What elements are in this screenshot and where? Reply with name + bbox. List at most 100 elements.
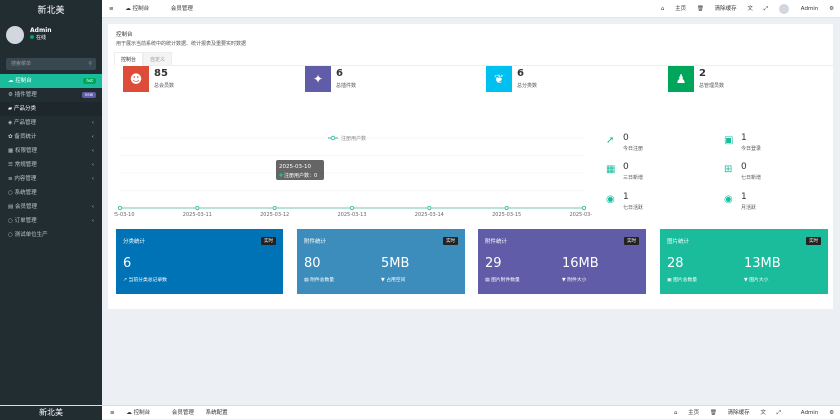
sidebar-menu: ☁ 控制台 hot ⚙ 插件管理 new ▰ 产品分类 ◈ 产品管理 ‹ ✿ 备货统计… xyxy=(0,74,102,242)
clear-cache-button[interactable]: 🗑 清除缓存 xyxy=(710,410,750,416)
fullscreen-icon[interactable]: ⤢ xyxy=(777,410,781,416)
fullscreen-icon[interactable]: ⤢ xyxy=(764,6,768,12)
stat-label: 总管理员数 xyxy=(699,83,725,89)
user-panel: Admin 在线 xyxy=(0,22,102,54)
sidebar-item-dashboard[interactable]: ☁ 控制台 hot xyxy=(0,74,102,88)
stat-label: 总会员数 xyxy=(154,83,175,89)
user-status: 在线 xyxy=(30,34,102,41)
mini-stat-seven-day: ⊞ 0 七日新增 xyxy=(724,162,762,181)
chevron-left-icon: ‹ xyxy=(91,176,94,182)
mini-stat-today-register: ➚ 0 今日注册 xyxy=(606,133,644,152)
sidebar-item-test-production[interactable]: ○ 测试单位生产 xyxy=(0,228,102,242)
mini-stat-three-day: ▦ 0 三日新增 xyxy=(606,162,644,181)
app-logo[interactable]: 新北美 xyxy=(0,0,102,22)
sidebar-item-system[interactable]: ○ 系统管理 xyxy=(0,186,102,200)
sidebar-item-plugins[interactable]: ⚙ 插件管理 new xyxy=(0,88,102,102)
stat-members: ☻ 85 总会员数 xyxy=(123,66,243,92)
footer-brand: 新北美 xyxy=(0,406,102,420)
tab-members[interactable]: 会员管理 xyxy=(172,410,194,416)
user-menu[interactable]: Admin xyxy=(778,3,818,14)
chevron-left-icon: ‹ xyxy=(91,120,94,126)
stat-admins: ♟ 2 总管理员数 xyxy=(668,66,788,92)
settings-icon[interactable]: ⚙ xyxy=(829,6,834,12)
search-icon[interactable]: ⚲ xyxy=(88,58,92,70)
stat-categories: ❦ 6 总分类数 xyxy=(486,66,606,92)
language-icon[interactable]: 文 xyxy=(760,410,766,416)
rocket-icon: ➚ xyxy=(606,135,615,146)
x-tick-label: 2025-03-12 xyxy=(260,212,289,218)
sidebar: 新北美 Admin 在线 搜索菜单 ⚲ ☁ 控制台 hot ⚙ 插件管理 new ▰… xyxy=(0,0,102,419)
sidebar-item-orders[interactable]: ○ 订单管理 ‹ xyxy=(0,214,102,228)
user-name: Admin xyxy=(30,27,52,34)
stat-label: 总插件数 xyxy=(336,83,357,89)
magic-icon: ✦ xyxy=(305,66,331,92)
sidebar-item-general[interactable]: ☰ 常规管理 ‹ xyxy=(0,158,102,172)
tooltip-date: 2025-03-10 xyxy=(279,164,311,170)
sidebar-item-stock-stats[interactable]: ✿ 备货统计 ‹ xyxy=(0,130,102,144)
avatar xyxy=(6,26,24,44)
mini-stat-month-active: ◉ 1 月活跃 xyxy=(724,192,757,211)
panel-tabs: 控制台 自定义 xyxy=(114,52,833,66)
tab-dashboard-panel[interactable]: 控制台 xyxy=(114,52,144,66)
tooltip-marker xyxy=(279,173,283,177)
x-tick-label: 2025-03-10 xyxy=(114,212,135,218)
calendar-icon: ▦ xyxy=(606,164,616,175)
avatar xyxy=(778,3,789,14)
calendar-plus-icon: ⊞ xyxy=(724,164,733,175)
clear-cache-button[interactable]: 🗑 清除缓存 xyxy=(697,6,737,12)
stat-plugins: ✦ 6 总插件数 xyxy=(305,66,425,92)
bottom-bar: 新北美 ≡ ☁ 控制台 会员管理 系统配置 ⌂ 主页 🗑 清除缓存 文 ⤢ Ad… xyxy=(0,405,840,420)
user-circle-icon: ◉ xyxy=(724,194,733,205)
home-link[interactable]: ⌂ 主页 xyxy=(674,410,699,416)
sidebar-item-products[interactable]: ◈ 产品管理 ‹ xyxy=(0,116,102,130)
registration-line-chart[interactable]: 注册用户数 2025-03-10 2025-03-11 2025-03-12 2025… xyxy=(114,130,592,220)
users-icon: ☻ xyxy=(123,66,149,92)
stat-value: 6 xyxy=(336,68,343,79)
home-link[interactable]: ⌂ 主页 xyxy=(661,6,686,12)
realtime-badge: 实时 xyxy=(624,237,639,245)
sidebar-item-product-category[interactable]: ▰ 产品分类 xyxy=(0,102,102,116)
chevron-left-icon: ‹ xyxy=(91,162,94,168)
online-dot-icon xyxy=(30,35,34,39)
hot-badge: hot xyxy=(83,78,96,84)
tab-custom[interactable]: 自定义 xyxy=(143,52,173,66)
chevron-left-icon: ‹ xyxy=(91,134,94,140)
tab-members[interactable]: 会员管理 xyxy=(171,6,193,12)
sidebar-item-permissions[interactable]: ▦ 权限管理 ‹ xyxy=(0,144,102,158)
mini-stat-seven-day-active: ◉ 1 七日活跃 xyxy=(606,192,644,211)
sidebar-item-content[interactable]: ≡ 内容管理 ‹ xyxy=(0,172,102,186)
chart-grid xyxy=(120,137,584,209)
chevron-left-icon: ‹ xyxy=(91,204,94,210)
x-tick-label: 2025-03-16 xyxy=(569,212,592,218)
legend-marker xyxy=(330,135,336,141)
mini-stat-today-login: ▣ 1 今日登录 xyxy=(724,133,762,152)
sidebar-item-members[interactable]: ▤ 会员管理 ‹ xyxy=(0,200,102,214)
tab-dashboard[interactable]: ☁ 控制台 xyxy=(125,6,159,12)
x-tick-label: 2025-03-14 xyxy=(415,212,444,218)
menu-toggle-icon[interactable]: ≡ xyxy=(109,6,114,12)
search-input[interactable]: 搜索菜单 ⚲ xyxy=(6,58,96,70)
chart-tooltip: 2025-03-10 注册用户数：0 xyxy=(276,160,324,180)
card-attachment-stats: 附件统计 实时 80 5MB ▤ 附件总数量 ▼ 占用空间 xyxy=(297,229,465,294)
tooltip-value: 注册用户数：0 xyxy=(284,172,317,179)
user-menu[interactable]: Admin xyxy=(792,410,819,416)
card-image-attachment-stats: 附件统计 实时 29 16MB ▤ 图片附件数量 ▼ 附件大小 xyxy=(478,229,646,294)
legend-label: 注册用户数 xyxy=(341,135,366,142)
realtime-badge: 实时 xyxy=(443,237,458,245)
stat-label: 总分类数 xyxy=(517,83,538,89)
chevron-left-icon: ‹ xyxy=(91,218,94,224)
stat-value: 85 xyxy=(154,68,168,79)
search-placeholder: 搜索菜单 xyxy=(11,61,32,67)
top-navbar: ≡ ☁ 控制台 会员管理 ⌂ 主页 🗑 清除缓存 文 ⤢ Admin ⚙ xyxy=(102,0,840,18)
tab-system-config[interactable]: 系统配置 xyxy=(206,410,228,416)
stat-value: 6 xyxy=(517,68,524,79)
language-icon[interactable]: 文 xyxy=(747,6,753,12)
card-category-stats: 分类统计 实时 6 ↗ 当前分类总记录数 xyxy=(116,229,283,294)
menu-toggle-icon[interactable]: ≡ xyxy=(110,410,115,416)
page-title: 控制台 xyxy=(116,32,133,38)
leaf-icon: ❦ xyxy=(486,66,512,92)
x-tick-label: 2025-03-13 xyxy=(337,212,366,218)
realtime-badge: 实时 xyxy=(261,237,276,245)
tab-dashboard[interactable]: ☁ 控制台 xyxy=(126,410,160,416)
settings-icon[interactable]: ⚙ xyxy=(829,410,834,416)
